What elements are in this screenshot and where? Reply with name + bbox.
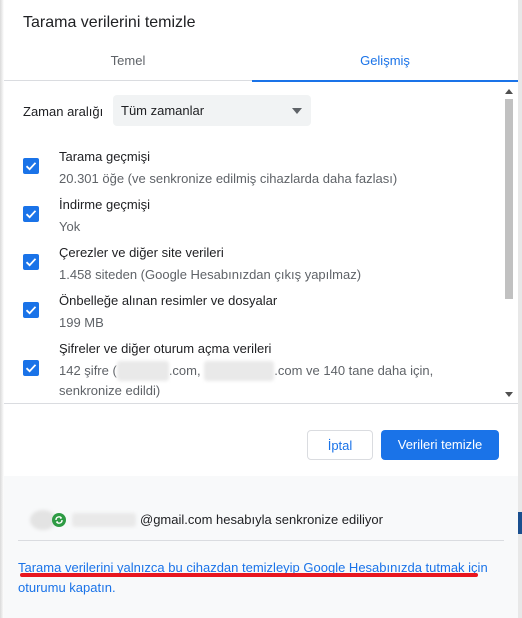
scrollbar-thumb[interactable] [505, 99, 513, 299]
tab-basic[interactable]: Temel [4, 44, 252, 80]
chevron-down-icon [292, 108, 302, 114]
checkbox-cached-files[interactable] [23, 302, 39, 318]
tab-advanced-label: Gelişmiş [360, 53, 410, 68]
dialog-footer: @gmail.com hesabıyla senkronize ediliyor… [4, 476, 518, 618]
options-scroll-area[interactable]: Zaman aralığı Tüm zamanlar Tarama geçmiş… [4, 81, 518, 404]
password-more-text: .com ve 140 tane daha için, [274, 363, 434, 378]
option-description: 1.458 siteden (Google Hesabınızdan çıkış… [59, 267, 362, 282]
scroll-up-arrow-icon[interactable] [505, 89, 513, 94]
option-title: Önbelleğe alınan resimler ve dosyalar [59, 293, 278, 308]
password-site-suffix: .com, [168, 363, 201, 378]
clear-browsing-data-dialog: Tarama verilerini temizle Temel Gelişmiş… [0, 0, 522, 618]
option-browsing-history: Tarama geçmişi 20.301 öğe (ve senkronize… [23, 149, 493, 189]
time-range-label: Zaman aralığı [23, 104, 104, 119]
time-range-select[interactable]: Tüm zamanlar [113, 95, 311, 126]
option-title: İndirme geçmişi [59, 197, 151, 212]
right-edge-strip [518, 0, 522, 618]
footer-divider [18, 540, 504, 541]
scroll-down-arrow-icon[interactable] [505, 392, 513, 397]
redacted-email [72, 513, 136, 527]
redacted-site [116, 361, 169, 381]
dialog-title: Tarama verilerini temizle [23, 14, 196, 31]
option-title: Şifreler ve diğer oturum açma verileri [59, 341, 272, 356]
option-description: 199 MB [59, 315, 104, 330]
option-title: Tarama geçmişi [59, 149, 151, 164]
sync-account-text: @gmail.com hesabıyla senkronize ediliyor [140, 512, 383, 527]
option-passwords: Şifreler ve diğer oturum açma verileri 1… [23, 341, 493, 401]
password-sync-text: senkronize edildi) [59, 383, 161, 398]
password-count-text: 142 şifre ( [59, 363, 117, 378]
check-icon [25, 364, 37, 373]
option-description: 20.301 öğe (ve senkronize edilmiş cihazl… [59, 171, 398, 186]
sync-account-row: @gmail.com hesabıyla senkronize ediliyor [20, 510, 490, 532]
checkbox-browsing-history[interactable] [23, 158, 39, 174]
tab-bar: Temel Gelişmiş [4, 44, 518, 82]
clear-data-button[interactable]: Verileri temizle [381, 430, 499, 460]
sync-icon [52, 513, 66, 527]
option-description: 142 şifre ( .com, .com ve 140 tane daha … [59, 361, 479, 401]
option-cached-files: Önbelleğe alınan resimler ve dosyalar 19… [23, 293, 493, 333]
checkbox-passwords[interactable] [23, 360, 39, 376]
vertical-scrollbar[interactable] [503, 85, 514, 399]
signout-link[interactable]: Tarama verilerini yalnızca bu cihazdan t… [18, 558, 488, 598]
check-icon [25, 210, 37, 219]
checkbox-download-history[interactable] [23, 206, 39, 222]
check-icon [25, 306, 37, 315]
time-range-value: Tüm zamanlar [121, 103, 205, 118]
option-title: Çerezler ve diğer site verileri [59, 245, 224, 260]
option-download-history: İndirme geçmişi Yok [23, 197, 493, 237]
check-icon [25, 258, 37, 267]
tab-advanced[interactable]: Gelişmiş [252, 44, 518, 82]
option-cookies: Çerezler ve diğer site verileri 1.458 si… [23, 245, 493, 285]
cancel-button[interactable]: İptal [307, 430, 373, 460]
check-icon [25, 162, 37, 171]
option-description: Yok [59, 219, 81, 234]
redacted-site [204, 361, 275, 381]
red-underline-annotation [20, 573, 478, 577]
checkbox-cookies[interactable] [23, 254, 39, 270]
dialog-actions: İptal Verileri temizle [4, 404, 518, 476]
background-page-fragment [518, 512, 522, 534]
